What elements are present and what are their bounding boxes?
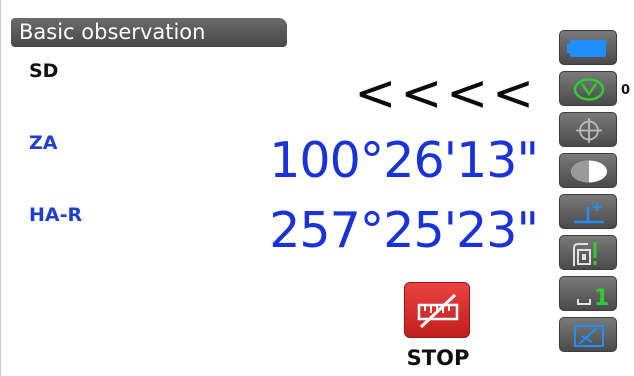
stop-label: STOP <box>406 346 470 370</box>
half-circle-button[interactable] <box>559 153 617 188</box>
ha-r-value: 257°25'23" <box>269 202 539 259</box>
height-offset-icon <box>574 203 604 224</box>
level-1-button[interactable]: 1 <box>559 276 617 311</box>
prism-target-button[interactable] <box>559 71 617 106</box>
stop-button[interactable] <box>404 282 470 338</box>
battery-button[interactable] <box>559 30 617 65</box>
za-label: ZA <box>29 132 58 154</box>
sd-value: <<<< <box>354 64 538 122</box>
level-1-icon: 1 <box>577 286 609 311</box>
page-title: Basic observation <box>11 18 287 47</box>
za-value: 100°26'13" <box>269 132 539 189</box>
edit-data-icon <box>574 325 604 347</box>
crosshair-button[interactable] <box>559 112 617 147</box>
tilt-button[interactable] <box>559 235 617 270</box>
edit-data-button[interactable] <box>559 317 617 352</box>
screen: Basic observation SD <<<< ZA 100°26'13" … <box>0 0 634 376</box>
crosshair-icon <box>576 118 602 143</box>
sd-label: SD <box>29 60 59 82</box>
height-offset-button[interactable] <box>559 194 617 229</box>
prism-constant-badge: 0 <box>621 83 631 98</box>
battery-icon <box>567 40 606 57</box>
level-1-text: 1 <box>594 286 609 311</box>
prism-target-icon <box>573 78 605 101</box>
half-circle-icon <box>571 160 607 183</box>
tilt-icon <box>573 242 597 266</box>
measure-stop-icon <box>417 293 459 329</box>
ha-r-label: HA-R <box>29 204 83 226</box>
